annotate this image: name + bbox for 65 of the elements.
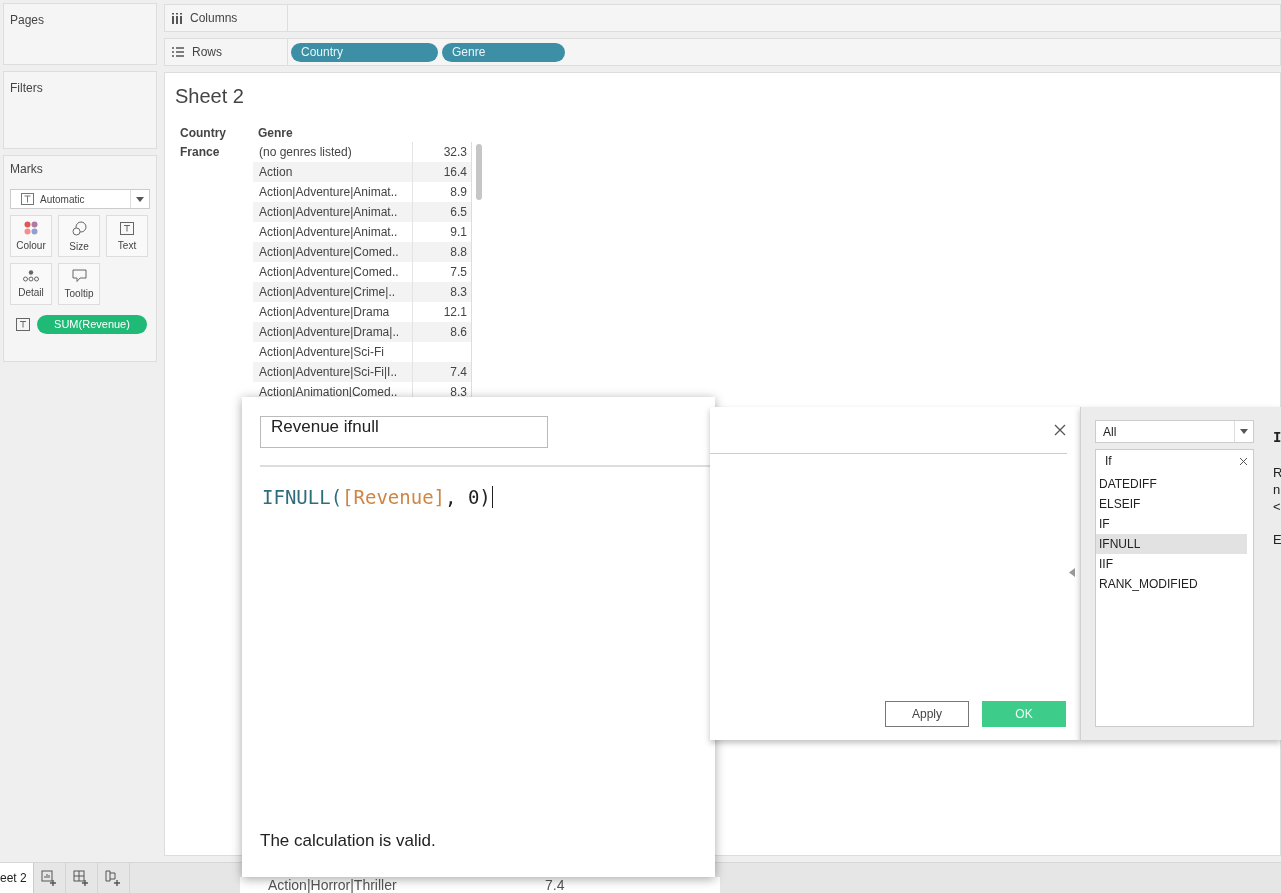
function-item[interactable]: RANK_MODIFIED	[1096, 574, 1247, 594]
text-mark-icon	[120, 221, 134, 235]
scrollbar-thumb[interactable]	[476, 144, 482, 200]
function-item[interactable]: ELSEIF	[1096, 494, 1247, 514]
function-item[interactable]: IF	[1096, 514, 1247, 534]
colour-button[interactable]: Colour	[10, 215, 52, 257]
validation-message: The calculation is valid.	[260, 831, 436, 851]
close-icon[interactable]	[1054, 424, 1066, 436]
description-text: R	[1273, 464, 1281, 481]
shelf-label: Columns	[190, 11, 238, 25]
panel-title: Pages	[10, 13, 45, 27]
row-header: France	[179, 144, 221, 161]
size-shapes-icon	[71, 220, 87, 236]
apply-button[interactable]: Apply	[885, 701, 969, 727]
sheet-tab[interactable]: eet 2	[0, 863, 34, 893]
table-cell: Action|Adventure|Sci-Fi|I..	[253, 362, 413, 382]
colour-dots-icon	[24, 221, 38, 235]
tooltip-button[interactable]: Tooltip	[58, 263, 100, 305]
description-text: <	[1273, 498, 1281, 515]
tooltip-bubble-icon	[71, 269, 87, 283]
table-cell: Action	[253, 162, 413, 182]
table-cell: Action|Adventure|Drama|..	[253, 322, 413, 342]
function-signature: I	[1273, 429, 1281, 445]
rows-icon	[172, 47, 184, 57]
description-text: E	[1273, 531, 1281, 548]
collapse-arrow-icon[interactable]	[1069, 568, 1075, 577]
category-dropdown[interactable]: All	[1095, 420, 1254, 443]
column-header: Genre	[257, 125, 294, 142]
formula-editor[interactable]: IFNULL([Revenue], 0)	[262, 486, 493, 508]
size-button[interactable]: Size	[58, 215, 100, 257]
caret-icon	[1240, 429, 1248, 434]
table-cell: 8.8	[413, 242, 472, 262]
function-item[interactable]: DATEDIFF	[1096, 474, 1247, 494]
calculation-name-field[interactable]: Revenue ifnull	[260, 416, 548, 448]
table-cell: Action|Horror|Thriller	[268, 877, 397, 893]
clear-icon[interactable]	[1239, 456, 1248, 466]
sheet-title: Sheet 2	[175, 85, 244, 108]
table-cell: 7.4	[545, 877, 565, 893]
new-worksheet-icon[interactable]	[40, 869, 58, 887]
text-mark-icon	[21, 193, 34, 205]
column-header: Country	[179, 125, 227, 142]
table-cell: 6.5	[413, 202, 472, 222]
columns-icon	[172, 12, 182, 24]
table-cell: Action|Adventure|Comed..	[253, 242, 413, 262]
text-button[interactable]: Text	[106, 215, 148, 257]
panel-title: Filters	[10, 81, 43, 95]
table-cell: 8.3	[413, 282, 472, 302]
caret-icon	[136, 196, 144, 202]
detail-button[interactable]: Detail	[10, 263, 52, 305]
table-cell: 8.6	[413, 322, 472, 342]
detail-dots-icon	[23, 270, 39, 282]
description-text: n	[1273, 481, 1281, 498]
table-cell: Action|Adventure|Crime|..	[253, 282, 413, 302]
table-cell: 7.4	[413, 362, 472, 382]
mark-type-dropdown[interactable]: Automatic	[10, 189, 150, 209]
function-search-field[interactable]: If	[1095, 449, 1254, 473]
table-cell: 16.4	[413, 162, 472, 182]
new-story-icon[interactable]	[104, 869, 122, 887]
function-item[interactable]: IIF	[1096, 554, 1247, 574]
function-item[interactable]: IFNULL	[1096, 534, 1247, 554]
new-dashboard-icon[interactable]	[72, 869, 90, 887]
shelf-label: Rows	[192, 45, 222, 59]
table-cell: Action|Adventure|Animat..	[253, 202, 413, 222]
text-mark-icon	[16, 318, 30, 331]
panel-title: Marks	[10, 162, 44, 176]
